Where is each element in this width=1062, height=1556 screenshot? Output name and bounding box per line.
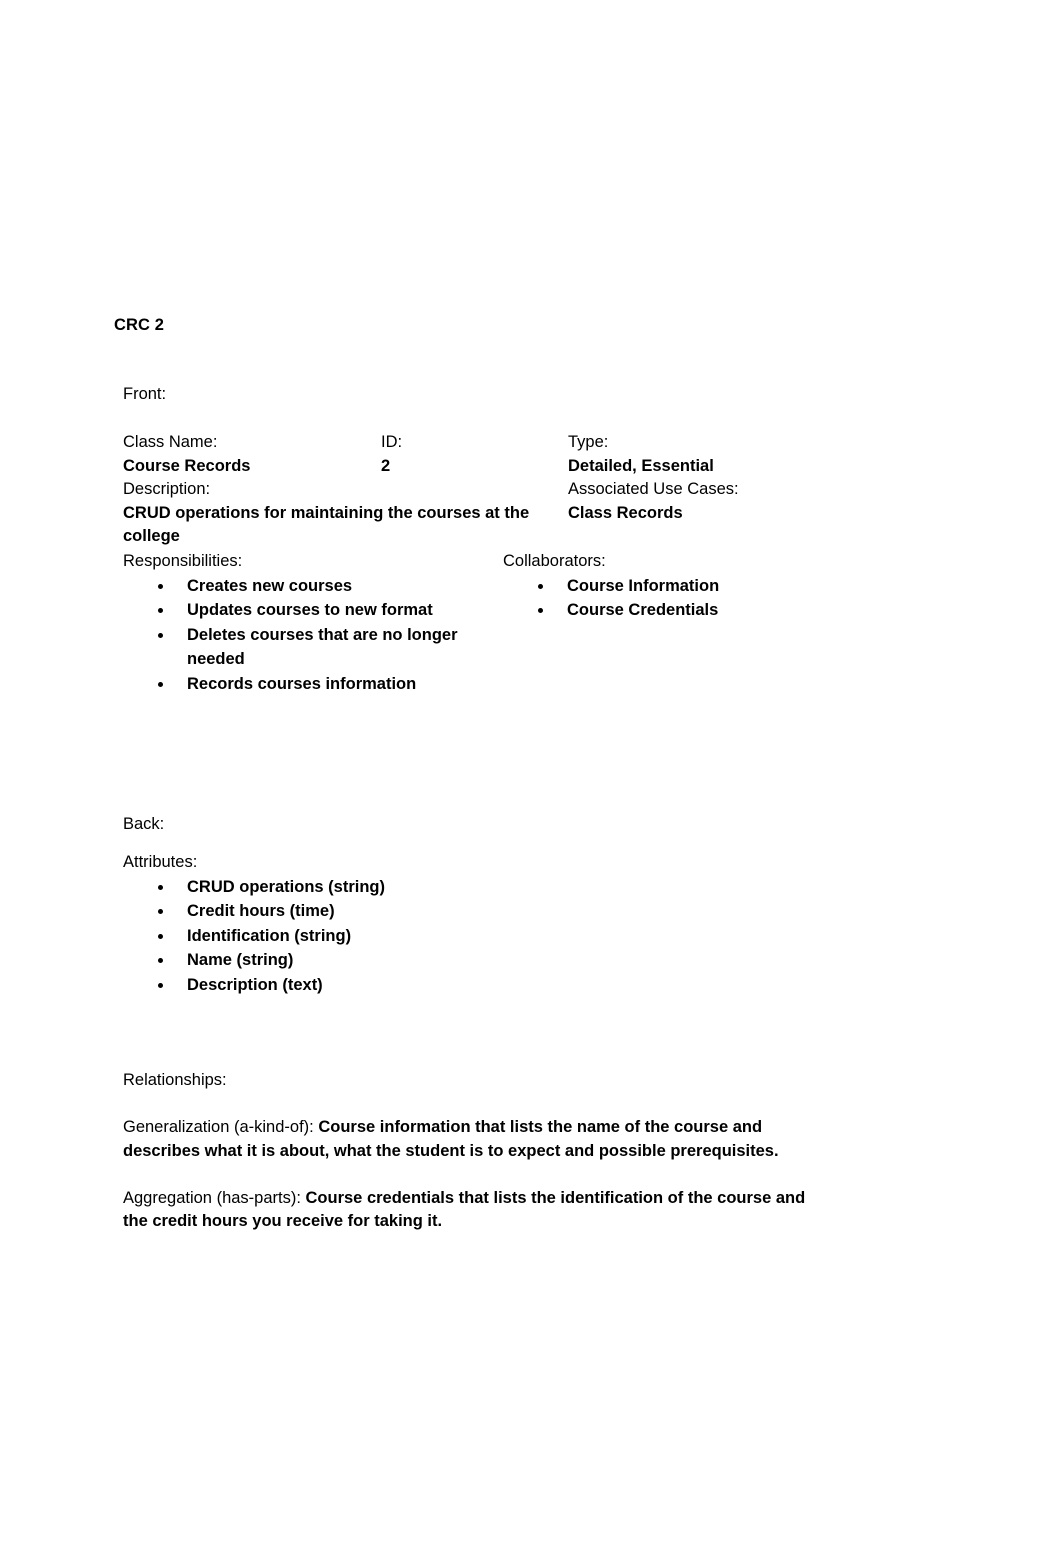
list-item: CRUD operations (string) bbox=[123, 875, 823, 900]
front-field-grid: Class Name: ID: Type: Course Records 2 D… bbox=[123, 431, 823, 549]
collaborators-column: Collaborators: Course Information Course… bbox=[503, 550, 823, 623]
attributes-block: Attributes: CRUD operations (string) Cre… bbox=[123, 851, 823, 997]
responsibilities-list: Creates new courses Updates courses to n… bbox=[123, 574, 513, 697]
attributes-list: CRUD operations (string) Credit hours (t… bbox=[123, 875, 823, 998]
relationship-generalization-label: Generalization (a-kind-of): bbox=[123, 1118, 319, 1136]
id-value: 2 bbox=[381, 456, 391, 475]
relationship-generalization: Generalization (a-kind-of): Course infor… bbox=[123, 1116, 823, 1163]
id-label: ID: bbox=[381, 433, 403, 451]
document-page: CRC 2 Front: Class Name: ID: Type: Cours… bbox=[0, 0, 1062, 1556]
collaborators-list: Course Information Course Credentials bbox=[503, 574, 823, 623]
front-values-row-1: Course Records 2 Detailed, Essential bbox=[123, 455, 823, 479]
list-item: Deletes courses that are no longer neede… bbox=[123, 623, 513, 672]
front-labels-row-1: Class Name: ID: Type: bbox=[123, 431, 823, 455]
list-item: Credit hours (time) bbox=[123, 899, 823, 924]
back-section-label: Back: bbox=[123, 815, 165, 833]
class-name-value: Course Records bbox=[123, 456, 251, 475]
associated-use-cases-label: Associated Use Cases: bbox=[568, 480, 739, 498]
class-name-label: Class Name: bbox=[123, 433, 218, 451]
list-item: Name (string) bbox=[123, 948, 823, 973]
front-labels-row-2: Description: Associated Use Cases: bbox=[123, 478, 823, 502]
list-item: Course Credentials bbox=[503, 598, 823, 623]
list-item: Identification (string) bbox=[123, 924, 823, 949]
type-value: Detailed, Essential bbox=[568, 456, 714, 475]
attributes-label: Attributes: bbox=[123, 853, 198, 871]
type-label: Type: bbox=[568, 433, 609, 451]
front-section-label: Front: bbox=[123, 385, 167, 403]
responsibilities-label: Responsibilities: bbox=[123, 552, 243, 570]
associated-use-cases-value: Class Records bbox=[568, 503, 683, 522]
list-item: Description (text) bbox=[123, 973, 823, 998]
front-values-row-2: CRUD operations for maintaining the cour… bbox=[123, 502, 823, 549]
list-item: Course Information bbox=[503, 574, 823, 599]
page-title: CRC 2 bbox=[114, 316, 165, 334]
relationship-aggregation: Aggregation (has-parts): Course credenti… bbox=[123, 1187, 823, 1234]
relationships-block: Relationships: Generalization (a-kind-of… bbox=[123, 1069, 823, 1234]
description-label: Description: bbox=[123, 480, 211, 498]
list-item: Updates courses to new format bbox=[123, 598, 513, 623]
description-value: CRUD operations for maintaining the cour… bbox=[123, 503, 530, 546]
list-item: Creates new courses bbox=[123, 574, 513, 599]
relationships-label: Relationships: bbox=[123, 1071, 227, 1089]
responsibilities-column: Responsibilities: Creates new courses Up… bbox=[123, 550, 513, 696]
list-item: Records courses information bbox=[123, 672, 513, 697]
collaborators-label: Collaborators: bbox=[503, 552, 606, 570]
relationship-aggregation-label: Aggregation (has-parts): bbox=[123, 1188, 306, 1207]
